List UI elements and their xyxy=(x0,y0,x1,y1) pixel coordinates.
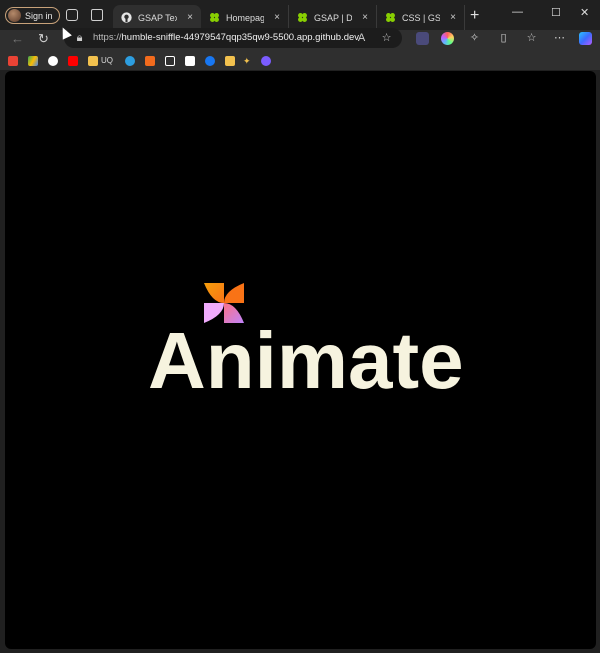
tab-gsap-text[interactable]: GSAP Text × xyxy=(113,5,201,30)
bookmark-star[interactable]: ✦ xyxy=(243,55,253,66)
bookmark-facebook[interactable] xyxy=(205,55,215,66)
gsap-clover-icon xyxy=(210,13,219,22)
title-bar: Sign in GSAP Text × Homepage | G × GSAP … xyxy=(0,0,600,30)
tab-actions-icon[interactable] xyxy=(91,9,103,21)
copilot-icon[interactable] xyxy=(579,32,592,45)
bookmark-gmail[interactable] xyxy=(8,55,18,66)
page-content: Animate xyxy=(5,71,596,649)
gmail-icon xyxy=(8,55,18,66)
bookmark-square[interactable] xyxy=(165,55,175,66)
tab-label: GSAP | Docs & xyxy=(314,12,352,23)
star-icon: ✦ xyxy=(243,55,251,66)
folder-icon xyxy=(88,55,98,66)
bookmark-youtube[interactable] xyxy=(68,55,78,66)
edge-icon xyxy=(125,55,135,66)
minimize-icon[interactable]: — xyxy=(512,6,523,18)
bookmark-notion[interactable] xyxy=(185,55,195,66)
folder-icon xyxy=(225,55,235,66)
box-icon xyxy=(145,55,155,66)
url-text[interactable]: https://humble-sniffle-44979547qqp35qw9-… xyxy=(93,32,359,43)
close-icon[interactable]: × xyxy=(446,12,460,23)
gsap-clover-icon xyxy=(298,13,307,22)
close-icon[interactable]: × xyxy=(183,12,197,23)
bookmark-github[interactable] xyxy=(48,55,58,66)
extension-icon[interactable] xyxy=(416,32,429,45)
new-tab-button[interactable]: + xyxy=(470,7,479,25)
bookmark-drive[interactable] xyxy=(28,55,38,66)
app-icon xyxy=(261,55,271,66)
split-screen-icon[interactable]: ▯ xyxy=(497,32,510,45)
facebook-icon xyxy=(205,55,215,66)
color-picker-extension-icon[interactable] xyxy=(441,32,454,45)
bookmark-folder[interactable] xyxy=(225,55,235,66)
tab-label: GSAP Text xyxy=(138,12,177,23)
gsap-clover-icon xyxy=(386,13,395,22)
close-icon[interactable]: × xyxy=(270,12,284,23)
tab-label: CSS | GSAP | D xyxy=(402,12,440,23)
tab-gsap-docs[interactable]: GSAP | Docs & × xyxy=(289,5,377,30)
read-aloud-icon[interactable]: A xyxy=(355,32,368,45)
bookmark-uq[interactable]: UQ xyxy=(88,55,113,66)
workspaces-icon[interactable] xyxy=(66,9,78,21)
favorite-star-icon[interactable]: ☆ xyxy=(380,32,393,45)
bookmark-label: UQ xyxy=(101,56,113,65)
tab-css-gsap[interactable]: CSS | GSAP | D × xyxy=(377,5,465,30)
lock-icon[interactable]: 🔒︎ xyxy=(73,32,86,45)
tab-label: Homepage | G xyxy=(226,12,264,23)
notion-icon xyxy=(185,55,195,66)
close-icon[interactable]: × xyxy=(358,12,372,23)
tab-strip: GSAP Text × Homepage | G × GSAP | Docs &… xyxy=(113,5,465,30)
github-icon xyxy=(121,12,132,23)
browser-window: Sign in GSAP Text × Homepage | G × GSAP … xyxy=(0,0,600,653)
bookmark-box[interactable] xyxy=(145,55,155,66)
github-icon xyxy=(48,55,58,66)
square-icon xyxy=(165,55,175,66)
youtube-icon xyxy=(68,55,78,66)
url-prefix: https:// xyxy=(93,32,122,43)
sign-in-button[interactable]: Sign in xyxy=(5,7,60,24)
headline-text: Animate xyxy=(148,316,464,405)
tab-homepage[interactable]: Homepage | G × xyxy=(201,5,289,30)
favorites-icon[interactable]: ☆ xyxy=(525,32,538,45)
window-close-icon[interactable]: ✕ xyxy=(580,6,589,19)
extensions-puzzle-icon[interactable]: ✧ xyxy=(468,32,481,45)
more-menu-icon[interactable]: ⋯ xyxy=(553,32,566,45)
refresh-icon[interactable]: ↻ xyxy=(38,31,49,47)
bookmark-edge[interactable] xyxy=(125,55,135,66)
avatar xyxy=(8,9,21,22)
bookmark-app[interactable] xyxy=(261,55,271,66)
url-host: humble-sniffle-44979547qqp35qw9-5500.app… xyxy=(121,32,360,43)
drive-icon xyxy=(28,55,38,66)
maximize-icon[interactable]: ☐ xyxy=(551,6,561,19)
back-icon[interactable]: ← xyxy=(11,31,24,46)
sign-in-label: Sign in xyxy=(25,10,53,21)
